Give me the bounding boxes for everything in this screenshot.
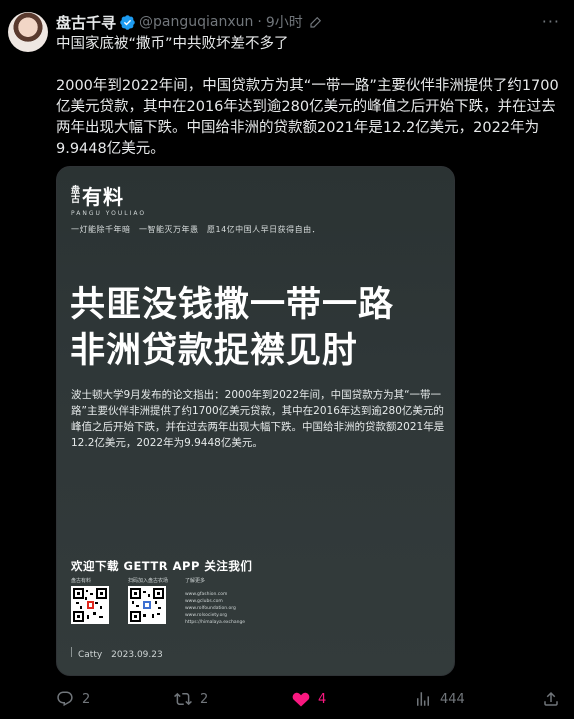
more-options-button[interactable]: ··· <box>542 12 560 31</box>
qr-label-1: 盘古有料 <box>71 578 92 584</box>
pangu-youliao-logo: 盘古 有料 <box>71 185 124 209</box>
card-link: www.rolfoundation.org <box>185 606 236 611</box>
repost-count: 2 <box>200 691 209 707</box>
footer-divider <box>71 647 72 657</box>
heart-icon <box>292 692 310 707</box>
card-headline-line-1: 共匪没钱撒一带一路 <box>70 285 395 325</box>
card-footer-author-date: Catty 2023.09.23 <box>78 650 163 660</box>
qr-label-2: 扫码加入盘古农场 <box>128 578 169 584</box>
share-icon <box>544 691 558 706</box>
tweet-header: 盘古千寻 @panguqianxun · 9小时 ··· <box>56 12 566 32</box>
tweet-paragraph-1: 中国家底被“撒币”中共败坏差不多了 <box>56 36 289 52</box>
views-count: 444 <box>440 691 465 707</box>
tweet-paragraph-2: 2000年到2022年间，中国贷款方为其“一带一路”主要伙伴非洲提供了约1700… <box>56 78 559 157</box>
card-slogan: 一灯能除千年暗 一智能灭万年愚 愿14亿中国人早日获得自由． <box>71 225 321 234</box>
views-chart-icon <box>417 692 429 706</box>
card-headline-line-2: 非洲贷款捉襟见肘 <box>70 331 359 371</box>
logo-big-text: 有料 <box>82 185 124 209</box>
card-link: https://himalaya.exchange <box>185 620 246 625</box>
like-button[interactable]: 4 <box>292 690 326 708</box>
reply-count: 2 <box>82 691 91 707</box>
handle[interactable]: @panguqianxun <box>139 14 253 30</box>
avatar[interactable] <box>8 12 48 52</box>
card-body-text: 波士顿大学9月发布的论文指出：2000年到2022年间，中国贷款方为其“一带一路… <box>71 389 445 449</box>
logo-subtitle: PANGU YOULIAO <box>71 210 147 217</box>
qr-pattern-icon <box>130 588 164 622</box>
tweet-action-bar: 2 2 4 444 <box>56 688 562 710</box>
views-button[interactable]: 444 <box>414 690 465 708</box>
reply-button[interactable]: 2 <box>56 690 90 708</box>
edited-pencil-icon[interactable] <box>309 15 323 29</box>
reply-icon <box>57 691 73 707</box>
card-link: www.rolsociety.org <box>185 613 228 618</box>
repost-button[interactable]: 2 <box>174 690 208 708</box>
media-image-card[interactable]: 盘古 有料 PANGU YOULIAO 一灯能除千年暗 一智能灭万年愚 愿14亿… <box>56 166 455 676</box>
card-follow-text: 欢迎下载 GETTR APP 关注我们 <box>71 559 253 573</box>
card-links-list: www.gfashion.com www.gclubs.com www.rolf… <box>185 591 245 626</box>
meta-separator: · <box>257 14 262 30</box>
verified-badge-icon <box>120 14 135 30</box>
qr-code-1 <box>71 586 109 624</box>
card-link: www.gfashion.com <box>185 592 228 597</box>
display-name[interactable]: 盘古千寻 <box>56 12 116 33</box>
qr-code-2 <box>128 586 166 624</box>
tweet-body: 中国家底被“撒币”中共败坏差不多了 2000年到2022年间，中国贷款方为其“一… <box>56 34 562 181</box>
logo-small-text: 盘古 <box>71 186 81 205</box>
like-count: 4 <box>318 691 327 707</box>
repost-icon <box>174 692 192 706</box>
links-label: 了解更多 <box>185 578 206 584</box>
share-button[interactable] <box>542 690 560 708</box>
card-link: www.gclubs.com <box>185 599 223 604</box>
card-headline: 共匪没钱撒一带一路 非洲贷款捉襟见肘 <box>70 282 394 374</box>
qr-pattern-icon <box>73 588 107 622</box>
timestamp[interactable]: 9小时 <box>266 12 303 32</box>
